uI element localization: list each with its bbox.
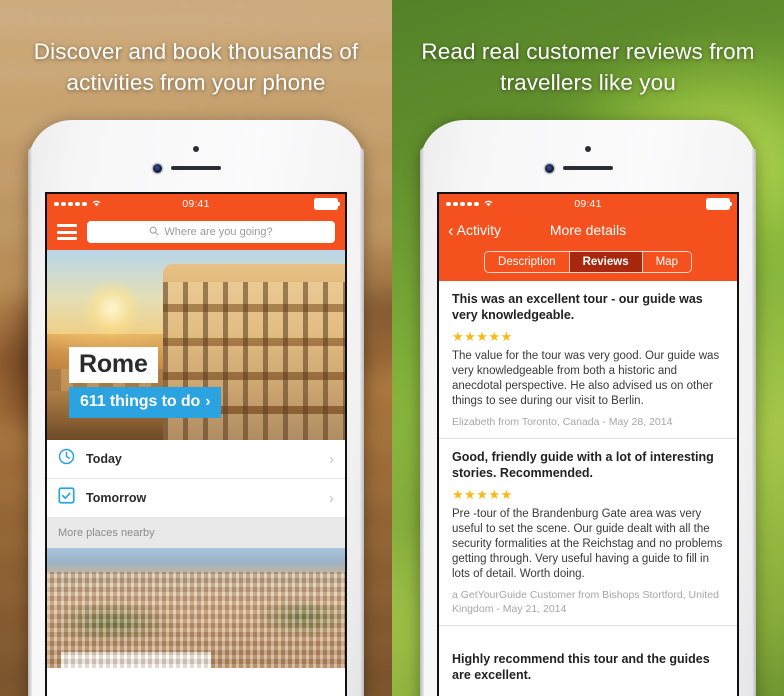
iphone-device-left: 09:41 Where are you going? Rome 611 thin… [28,120,364,696]
search-placeholder-text: Where are you going? [164,226,273,238]
status-bar-clock: 09:41 [574,198,602,210]
iphone-device-right: 09:41 ‹ Activity More details Descriptio… [420,120,756,696]
status-bar-right: 09:41 [439,194,737,214]
nearby-city-photo[interactable] [47,548,345,668]
review-item: This was an excellent tour - our guide w… [439,281,737,439]
chevron-right-icon: › [329,450,334,468]
calendar-check-icon [58,487,75,509]
review-title: Highly recommend this tour and the guide… [452,652,710,682]
clock-icon [58,448,75,470]
battery-icon [314,198,341,210]
battery-icon [706,198,733,210]
review-attribution: Elizabeth from Toronto, Canada - May 28,… [452,416,673,428]
proximity-sensor-icon [585,146,591,152]
right-promo-panel: Read real customer reviews from travelle… [392,0,784,696]
left-phone-screen: 09:41 Where are you going? Rome 611 thin… [45,192,347,696]
back-button-label: Activity [456,222,502,238]
review-body: Pre -tour of the Brandenburg Gate area w… [452,508,723,580]
things-to-do-button[interactable]: 611 things to do › [69,387,222,418]
status-bar-clock: 09:41 [182,198,210,210]
left-promo-panel: Discover and book thousands of activitie… [0,0,392,696]
chevron-left-icon: ‹ [448,220,454,240]
back-button[interactable]: ‹ Activity [448,222,501,239]
review-attribution: a GetYourGuide Customer from Bishops Sto… [452,589,719,615]
things-to-do-label: 611 things to do [80,393,201,410]
reviews-list[interactable]: This was an excellent tour - our guide w… [439,281,737,692]
list-item-label: Today [86,452,122,466]
section-header-more-places: More places nearby [47,518,345,548]
list-item-tomorrow[interactable]: Tomorrow › [47,479,345,518]
front-camera-icon [545,164,554,173]
detail-navbar: ‹ Activity More details [439,214,737,246]
star-rating-icon: ★★★★★ [452,329,513,344]
tab-map[interactable]: Map [642,252,691,272]
segmented-control-wrapper: Description Reviews Map [439,246,737,281]
review-item: Highly recommend this tour and the guide… [439,626,737,692]
tab-description[interactable]: Description [485,252,570,272]
nearby-card-label [61,652,211,668]
status-bar-left: 09:41 [47,194,345,214]
proximity-sensor-icon [193,146,199,152]
rome-hero-banner[interactable]: Rome 611 things to do › [47,250,345,440]
list-item-today[interactable]: Today › [47,440,345,479]
review-title: This was an excellent tour - our guide w… [452,292,703,322]
right-headline: Read real customer reviews from travelle… [421,39,755,95]
search-input[interactable]: Where are you going? [87,221,335,243]
right-phone-screen: 09:41 ‹ Activity More details Descriptio… [437,192,739,696]
hero-label-group: Rome 611 things to do › [69,347,222,418]
segmented-control: Description Reviews Map [484,251,692,273]
hamburger-menu-icon[interactable] [57,224,77,240]
earpiece-speaker-icon [171,166,221,170]
hero-sun-glow [82,280,141,339]
tab-reviews[interactable]: Reviews [569,252,643,272]
review-title: Good, friendly guide with a lot of inter… [452,450,714,480]
star-rating-icon: ★★★★★ [452,487,513,502]
search-icon [149,226,159,239]
left-headline: Discover and book thousands of activitie… [33,39,359,95]
front-camera-icon [153,164,162,173]
review-body: The value for the tour was very good. Ou… [452,350,720,407]
promo-screenshot: Discover and book thousands of activitie… [0,0,784,696]
earpiece-speaker-icon [563,166,613,170]
chevron-right-icon: › [329,489,334,507]
review-item: Good, friendly guide with a lot of inter… [439,439,737,626]
chevron-right-icon: › [205,393,211,410]
list-item-label: Tomorrow [86,491,147,505]
search-navbar: Where are you going? [47,214,345,250]
hero-city-name: Rome [69,347,158,383]
